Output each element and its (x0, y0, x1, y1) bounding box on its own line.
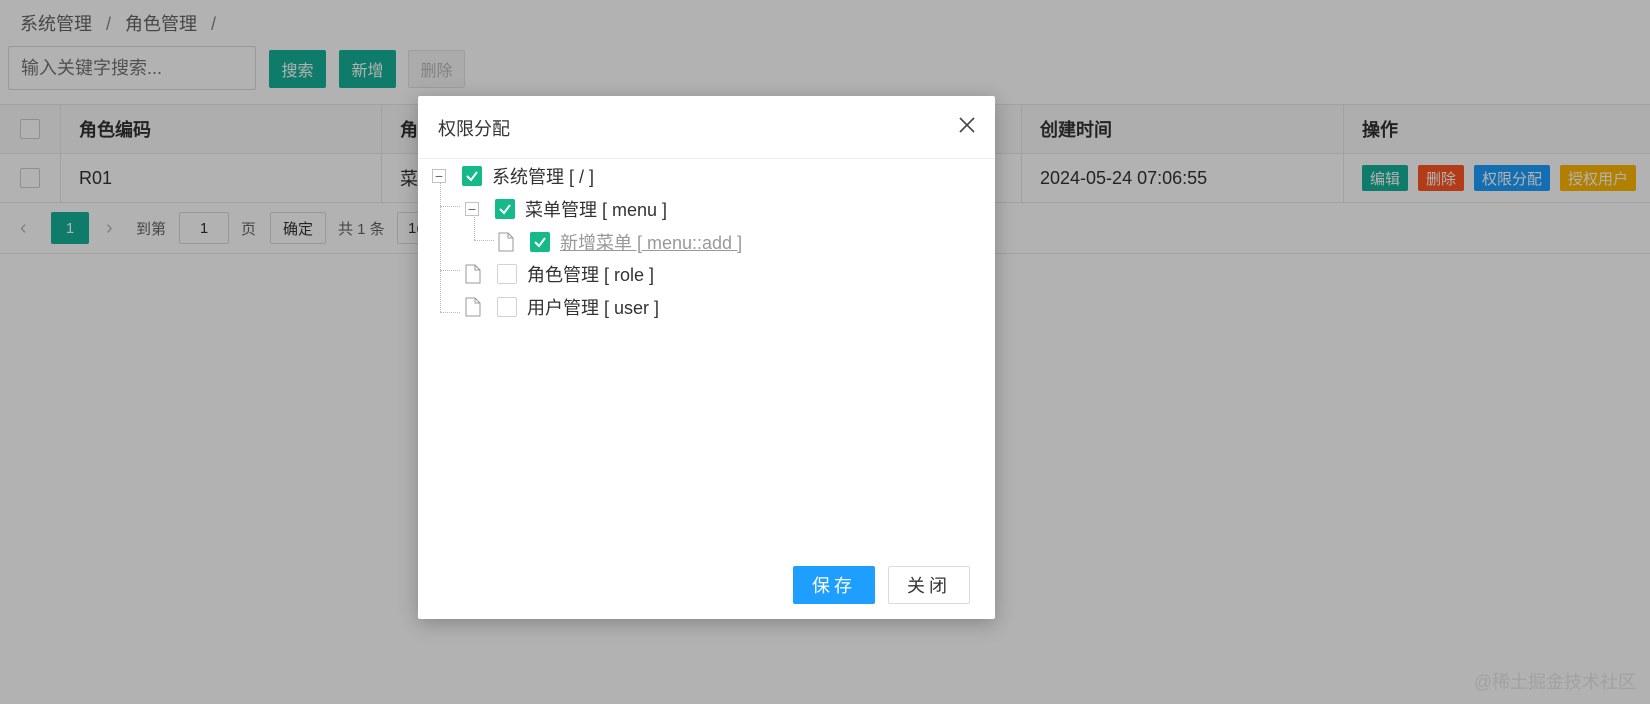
tree-node-user[interactable]: 用户管理 [ user ] (465, 293, 659, 321)
tree-checkbox-system[interactable] (462, 166, 482, 186)
tree-node-role[interactable]: 角色管理 [ role ] (465, 260, 654, 288)
tree-checkbox-menu[interactable] (495, 199, 515, 219)
tree-label[interactable]: 用户管理 [ user ] (527, 294, 659, 320)
close-icon[interactable] (957, 115, 977, 135)
tree-node-menu[interactable]: − 菜单管理 [ menu ] (465, 195, 667, 223)
tree-connector-line (440, 312, 460, 313)
file-icon (498, 232, 514, 252)
tree-checkbox-user[interactable] (497, 297, 517, 317)
modal-header: 权限分配 (418, 96, 995, 159)
tree-connector-line (474, 240, 494, 241)
collapse-toggle-icon[interactable]: − (432, 169, 446, 183)
tree-label[interactable]: 菜单管理 [ menu ] (525, 196, 667, 222)
save-button[interactable]: 保存 (793, 566, 875, 604)
permission-modal: 权限分配 − 系统管理 [ / ] − 菜单管理 [menu] 新增菜单 [… (418, 96, 995, 619)
file-icon (465, 264, 481, 284)
checkmark-icon (466, 171, 478, 182)
tree-label[interactable]: 角色管理 [ role ] (527, 261, 654, 287)
tree-label[interactable]: 新增菜单 [ menu::add ] (560, 229, 742, 255)
modal-title: 权限分配 (438, 119, 510, 139)
tree-checkbox-menu-add[interactable] (530, 232, 550, 252)
close-button[interactable]: 关闭 (888, 566, 970, 604)
tree-node-menu-add[interactable]: 新增菜单 [ menu::add ] (498, 228, 742, 256)
tree-connector-line (440, 206, 460, 207)
tree-checkbox-role[interactable] (497, 264, 517, 284)
tree-node-system[interactable]: − 系统管理 [ / ] (432, 162, 594, 190)
checkmark-icon (534, 237, 546, 248)
collapse-toggle-icon[interactable]: − (465, 202, 479, 216)
tree-label[interactable]: 系统管理 [ / ] (492, 163, 594, 189)
checkmark-icon (499, 204, 511, 215)
file-icon (465, 297, 481, 317)
tree-connector-line (440, 270, 460, 271)
tree-connector-line (440, 182, 441, 312)
